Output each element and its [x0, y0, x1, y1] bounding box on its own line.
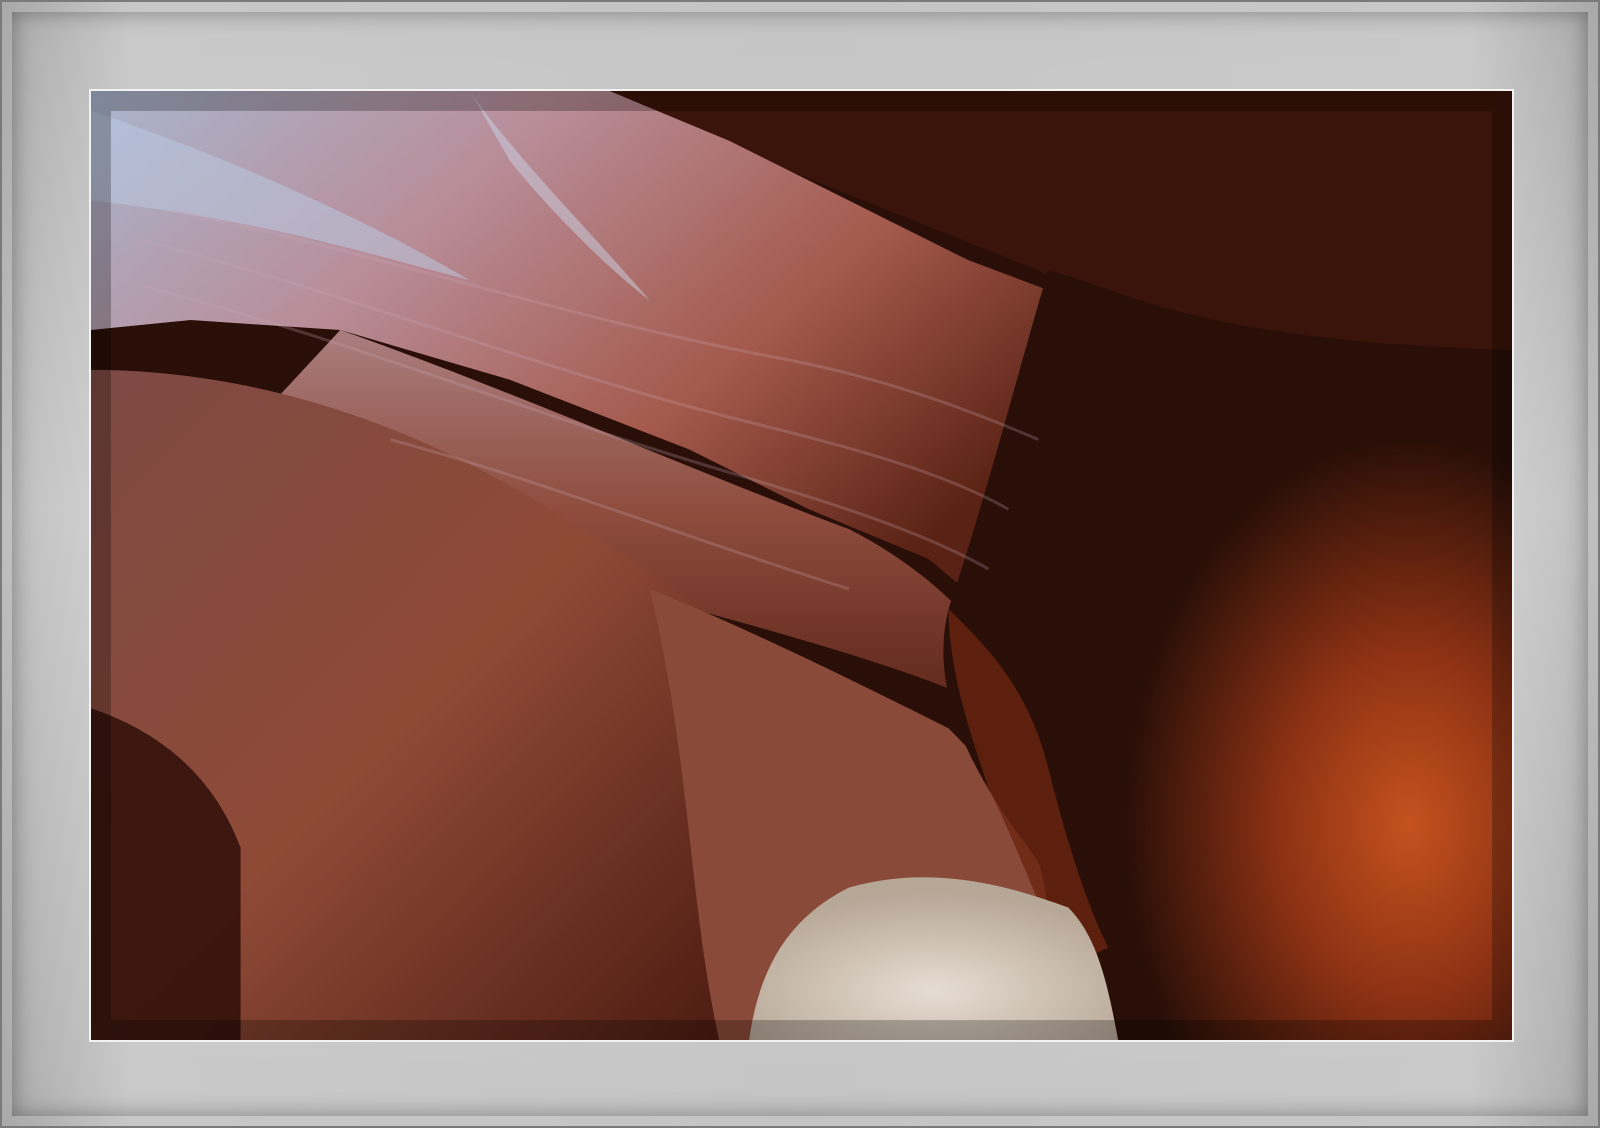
- photo: [89, 89, 1514, 1042]
- canyon-image: [91, 91, 1512, 1040]
- picture-frame: [0, 0, 1600, 1128]
